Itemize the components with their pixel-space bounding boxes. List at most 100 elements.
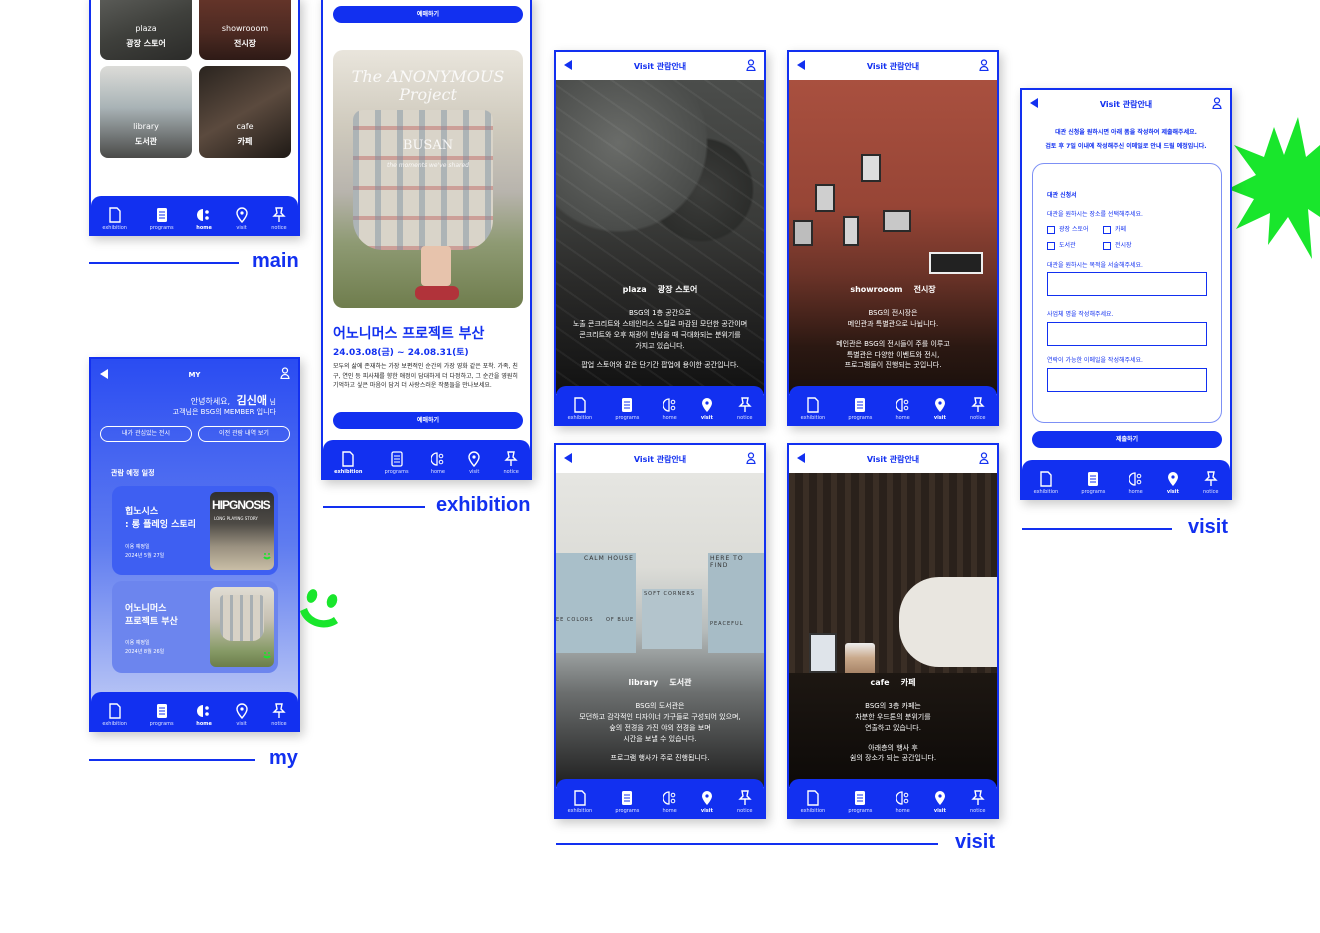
document-icon [108,703,121,719]
tile-plaza[interactable]: plaza 광장 스토어 [100,0,192,60]
tab-home[interactable]: home [663,790,677,814]
tab-home[interactable]: home [663,397,677,421]
tab-visit[interactable]: visit [1166,471,1180,495]
question-company: 사업체 명을 작성해주세요. [1047,311,1114,318]
home-logo-icon [895,791,908,805]
exhibition-poster[interactable]: The ANONYMOUS Project BUSAN the moments … [333,50,523,308]
tab-visit[interactable]: visit [933,397,947,421]
visit-showroom-screen: Visit 관람안내 showrooom 전시장 BSG의 전시장은 메인관과 … [787,50,999,426]
checkbox[interactable] [1103,225,1111,234]
pin-icon [738,397,752,412]
tab-home[interactable]: home [196,207,212,231]
tab-label: visit [1166,489,1179,495]
option-plaza[interactable]: 광장 스토어 [1047,224,1089,234]
user-icon[interactable] [979,452,989,464]
tab-exhibition[interactable]: exhibition [568,790,592,814]
option-library[interactable]: 도서관 [1047,240,1076,250]
tab-exhibition[interactable]: exhibition [102,703,127,727]
tab-label: visit [933,808,946,814]
tab-exhibition[interactable]: exhibition [568,397,592,421]
option-cafe[interactable]: 카페 [1103,224,1126,234]
tab-exhibition[interactable]: exhibition [334,451,362,475]
document-icon [807,397,819,413]
list-icon [855,791,866,805]
visit-header-title: Visit 관람안내 [633,61,687,71]
tab-notice[interactable]: notice [503,451,519,475]
back-icon[interactable] [1030,98,1038,108]
tab-visit[interactable]: visit [700,790,714,814]
tab-programs[interactable]: programs [615,790,639,814]
tab-home[interactable]: home [896,397,910,421]
tab-visit[interactable]: visit [467,451,481,475]
tab-programs[interactable]: programs [848,397,872,421]
tab-programs[interactable]: programs [848,790,872,814]
tab-notice[interactable]: notice [271,207,287,231]
user-icon[interactable] [280,367,290,379]
option-label: 카페 [1115,226,1127,233]
booking-card[interactable]: 어노니머스 프로젝트 부산 이용 예정일 2024년 8월 26일 [112,581,278,673]
back-icon[interactable] [564,60,572,70]
checkbox[interactable] [1047,241,1055,250]
tile-label-en: library [133,122,159,131]
tab-exhibition[interactable]: exhibition [102,207,127,231]
label-rule [1022,528,1172,530]
tile-library[interactable]: library 도서관 [100,66,192,158]
tab-label: notice [970,415,986,421]
tab-home[interactable]: home [1129,471,1143,495]
user-icon[interactable] [979,59,989,71]
back-icon[interactable] [797,453,805,463]
tab-programs[interactable]: programs [615,397,639,421]
tile-label-ko: 카페 [237,137,253,146]
tab-home[interactable]: home [431,451,445,475]
tab-notice[interactable]: notice [737,790,752,814]
tab-exhibition[interactable]: exhibition [801,790,825,814]
wall-text: HERE TO FIND [710,555,744,569]
tab-label: notice [503,469,519,475]
tab-programs[interactable]: programs [150,703,174,727]
tab-notice[interactable]: notice [737,397,752,421]
tab-label: home [895,415,910,421]
tab-visit[interactable]: visit [933,790,947,814]
tab-notice[interactable]: notice [271,703,287,727]
user-icon[interactable] [1212,97,1222,109]
book-button-top[interactable]: 예매하기 [333,6,523,23]
frame [883,210,911,232]
document-icon [1040,471,1052,487]
booking-card[interactable]: 힙노시스 : 롱 플레잉 스토리 이용 예정일 2024년 5월 27일 HIP… [112,486,278,575]
tab-exhibition[interactable]: exhibition [801,397,825,421]
tab-visit[interactable]: visit [700,397,714,421]
history-button[interactable]: 이전 관람 내역 보기 [198,426,290,442]
back-icon[interactable] [564,453,572,463]
label-rule [323,506,425,508]
interest-button[interactable]: 내가 관심있는 전시 [100,426,192,442]
user-icon[interactable] [746,452,756,464]
tab-programs[interactable]: programs [1081,471,1105,495]
tab-exhibition[interactable]: exhibition [1034,471,1058,495]
tab-programs[interactable]: programs [385,451,409,475]
tab-notice[interactable]: notice [970,790,985,814]
tab-visit[interactable]: visit [235,703,249,727]
exhibition-dates: 24.03.08(금) ~ 24.08.31(토) [333,348,469,358]
green-star-icon [1228,117,1320,259]
option-showroom[interactable]: 전시장 [1103,240,1132,250]
user-icon[interactable] [746,59,756,71]
submit-button[interactable]: 제출하기 [1032,431,1222,448]
back-icon[interactable] [797,60,805,70]
desc-line: 특별관은 다양한 이벤트와 전시, [846,350,940,359]
tile-showroom[interactable]: showrooom 전시장 [199,0,291,60]
tab-home[interactable]: home [896,790,910,814]
tab-home[interactable]: home [196,703,212,727]
company-input[interactable] [1047,322,1207,346]
card-date: 2024년 8월 26일 [125,649,165,655]
purpose-input[interactable] [1047,272,1207,296]
checkbox[interactable] [1103,241,1111,250]
checkbox[interactable] [1047,225,1055,234]
poster-title: The ANONYMOUS Project [351,67,505,104]
tab-notice[interactable]: notice [1203,471,1218,495]
email-input[interactable] [1047,368,1207,392]
tab-programs[interactable]: programs [150,207,174,231]
tab-notice[interactable]: notice [970,397,985,421]
book-button-bottom[interactable]: 예매하기 [333,412,523,429]
tab-visit[interactable]: visit [235,207,249,231]
tile-cafe[interactable]: cafe 카페 [199,66,291,158]
